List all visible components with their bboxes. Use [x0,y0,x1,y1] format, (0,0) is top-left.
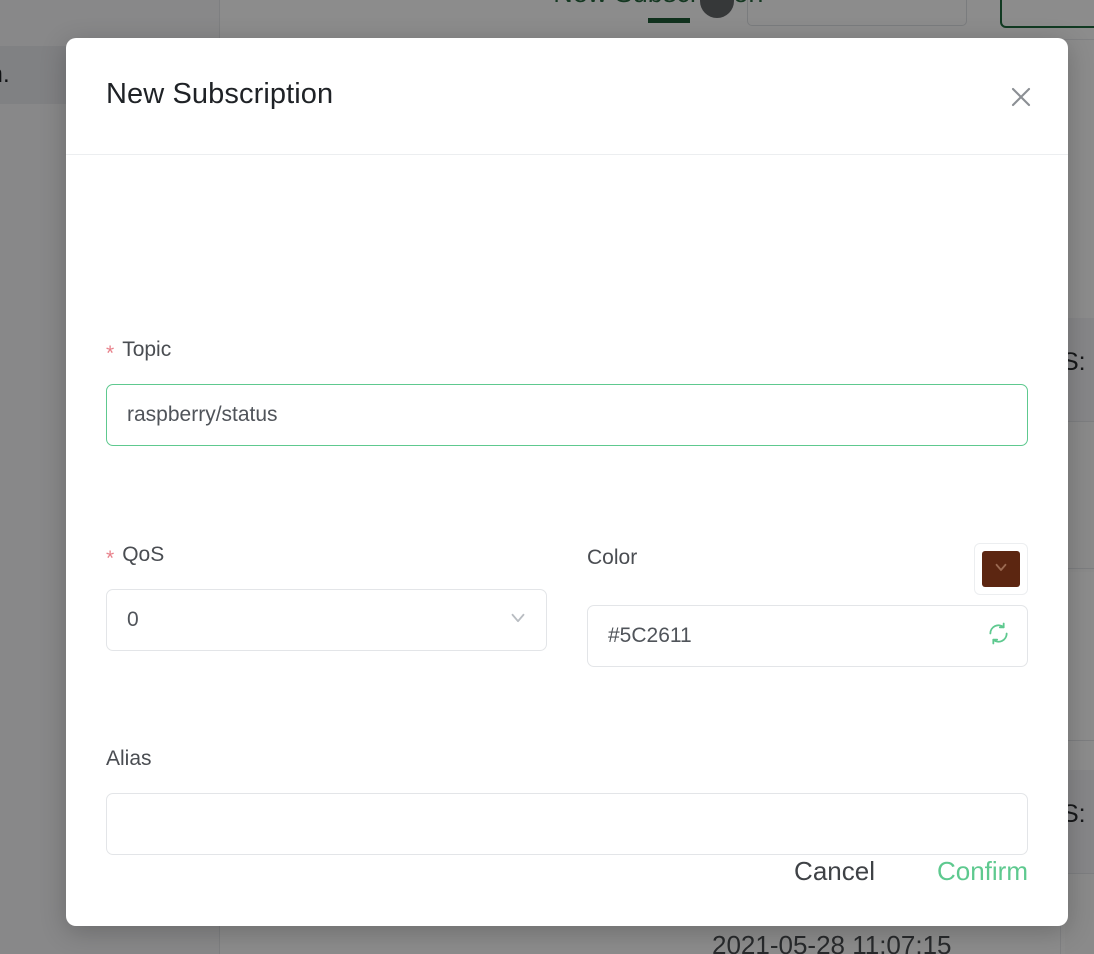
color-hex-input[interactable] [587,605,1028,667]
topic-input[interactable] [106,384,1028,446]
color-swatch-button[interactable] [974,543,1028,595]
alias-label-text: Alias [106,747,152,771]
qos-color-row: * QoS 0 Color [106,543,1028,667]
dialog-header: New Subscription [66,38,1068,155]
refresh-icon[interactable] [987,622,1010,650]
chevron-down-icon [992,558,1010,581]
color-label: Color [587,546,637,570]
topic-label: * Topic [106,338,1028,362]
color-label-row: Color [587,543,1028,595]
qos-select-wrapper: 0 [106,589,547,651]
page-title: New Subscription [106,78,333,111]
color-input-wrapper [587,605,1028,667]
dialog-footer: Cancel Confirm [66,816,1068,926]
color-field-group: Color [587,543,1028,667]
alias-label: Alias [106,747,1028,771]
cancel-button[interactable]: Cancel [794,856,875,887]
topic-field-group: * Topic [106,338,1028,446]
qos-label: * QoS [106,543,547,567]
close-icon[interactable] [1002,78,1040,116]
qos-label-text: QoS [122,543,164,567]
qos-selected-value: 0 [127,608,139,632]
qos-select[interactable]: 0 [106,589,547,651]
color-swatch [982,551,1020,587]
qos-field-group: * QoS 0 [106,543,547,667]
required-marker: * [106,548,114,569]
topic-label-text: Topic [122,338,171,362]
confirm-button[interactable]: Confirm [937,856,1028,887]
required-marker: * [106,343,114,364]
new-subscription-dialog: New Subscription * Topic * QoS [66,38,1068,926]
